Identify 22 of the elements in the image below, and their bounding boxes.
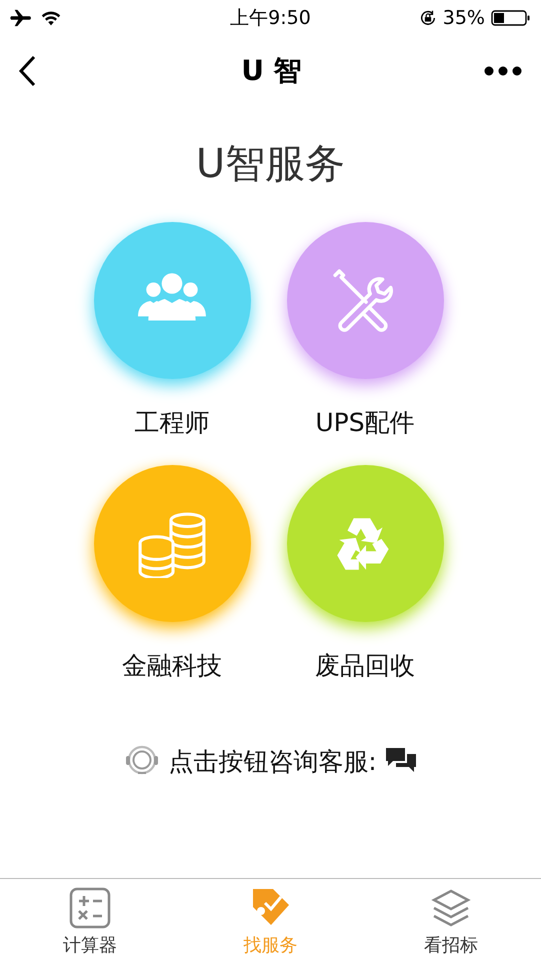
more-icon[interactable] [482, 65, 523, 77]
section-heading: U智服务 [194, 140, 346, 189]
service-label: 金融科技 [122, 650, 222, 682]
calculator-icon [69, 887, 112, 929]
consult-text: 点击按钮咨询客服: [168, 746, 377, 778]
service-label: 废品回收 [315, 650, 415, 682]
rotation-lock-icon [418, 9, 437, 27]
service-label: 工程师 [134, 407, 210, 439]
status-time: 上午9:50 [230, 6, 311, 31]
tab-item[interactable]: 看招标 [390, 887, 511, 957]
battery-icon [490, 9, 531, 27]
wifi-icon [40, 9, 62, 27]
battery-percent: 35% [442, 7, 485, 29]
service-button[interactable] [94, 222, 250, 379]
layers-icon [430, 887, 472, 929]
tab-item[interactable]: 计算器 [30, 887, 150, 957]
coins-icon [136, 510, 208, 578]
service-label: UPS配件 [315, 407, 415, 439]
page-title: U 智 [241, 53, 302, 89]
service-button[interactable] [94, 465, 250, 622]
airplane-icon [10, 9, 32, 27]
service-button[interactable] [286, 465, 444, 622]
